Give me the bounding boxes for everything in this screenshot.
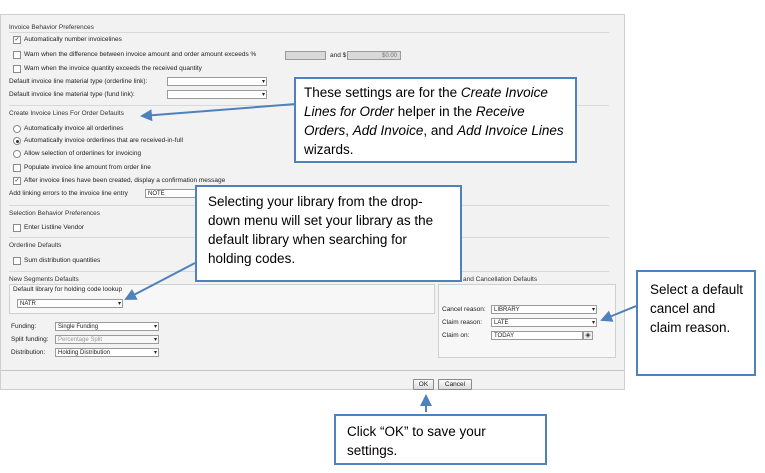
callout-ok: Click “OK” to save your settings.: [334, 414, 547, 465]
arrow-library: [124, 262, 196, 300]
arrow-create-lines: [140, 103, 297, 122]
callout-library: Selecting your library from the drop-dow…: [195, 185, 462, 282]
callout-cancel-claim: Select a default cancel and claim reason…: [636, 270, 756, 376]
arrow-cancel-claim: [600, 305, 637, 322]
callout-create-lines: These settings are for the Create Invoic…: [294, 77, 577, 163]
